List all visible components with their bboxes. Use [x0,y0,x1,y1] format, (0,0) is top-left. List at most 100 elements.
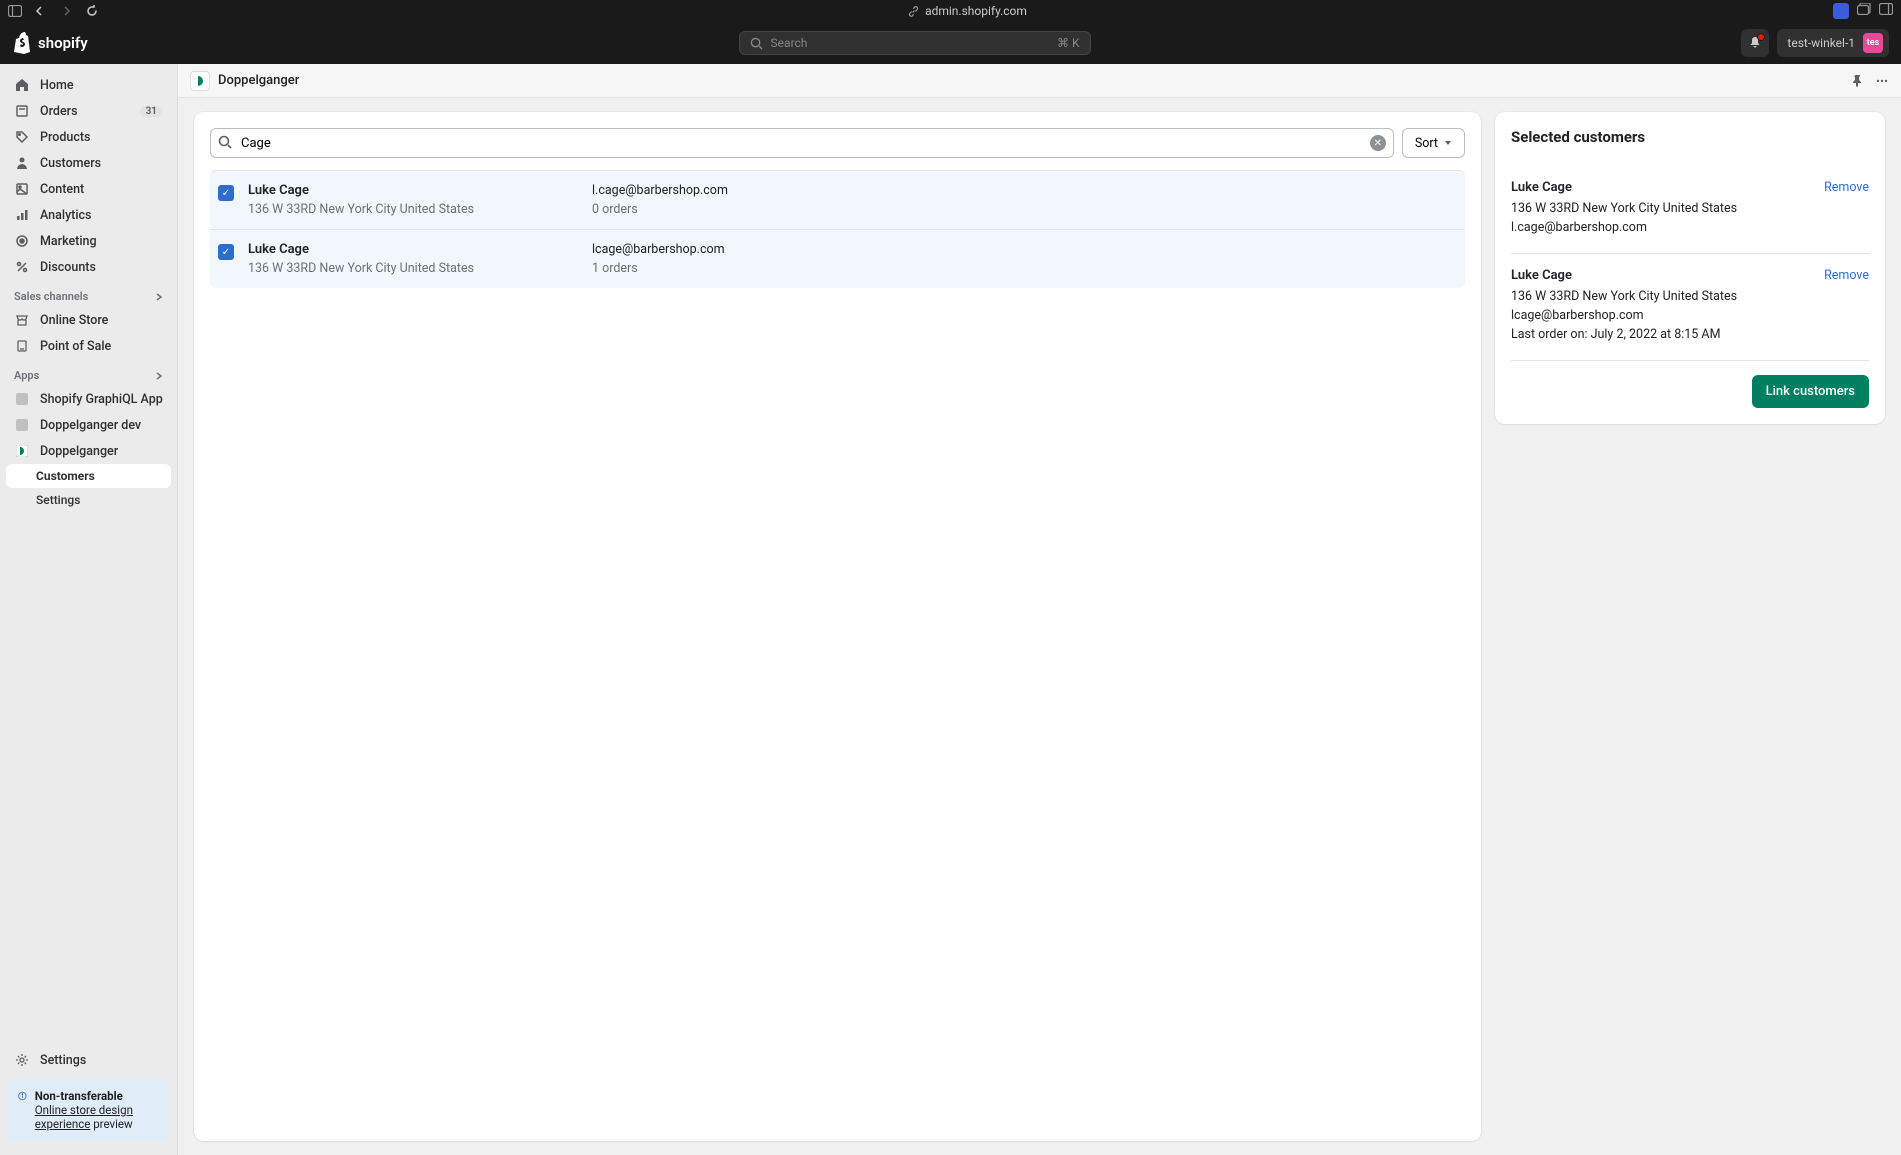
result-list: ✓ Luke Cage 136 W 33RD New York City Uni… [210,170,1465,288]
nav-app-doppelganger[interactable]: Doppelganger [6,438,171,464]
forward-icon[interactable] [60,5,76,17]
selected-email: l.cage@barbershop.com [1511,220,1869,235]
topbar: shopify Search ⌘ K test-winkel-1 tes [0,22,1901,64]
nav-orders[interactable]: Orders31 [6,98,171,124]
page-title: Doppelganger [218,73,299,88]
result-name: Luke Cage [248,242,578,257]
nav-label: Products [40,130,90,145]
browser-ext-icon[interactable] [1833,3,1849,19]
info-title: Non-transferable [35,1089,123,1103]
orders-badge: 31 [140,106,163,117]
sort-label: Sort [1415,136,1438,151]
pin-icon[interactable] [1851,74,1865,88]
nav-label: Content [40,182,84,197]
nav-app-customers[interactable]: Customers [6,464,171,488]
browser-url: admin.shopify.com [112,4,1823,18]
nav-label: Shopify GraphiQL App [40,392,163,407]
nav-app-settings[interactable]: Settings [6,488,171,512]
remove-link[interactable]: Remove [1824,268,1869,283]
shopify-logo[interactable]: shopify [12,32,88,54]
pos-icon [14,338,30,354]
app-icon [190,71,210,91]
global-search[interactable]: Search ⌘ K [739,31,1091,55]
notification-dot [1757,33,1765,41]
customer-search-input[interactable] [210,128,1394,158]
browser-chrome: admin.shopify.com [0,0,1901,22]
reload-icon[interactable] [86,5,102,17]
checkbox-checked[interactable]: ✓ [218,244,234,260]
search-shortcut: ⌘ K [1057,36,1080,50]
nav-label: Doppelganger dev [40,418,141,433]
selected-extra: Last order on: July 2, 2022 at 8:15 AM [1511,327,1869,342]
store-switcher[interactable]: test-winkel-1 tes [1777,29,1889,57]
nav-marketing[interactable]: Marketing [6,228,171,254]
result-row[interactable]: ✓ Luke Cage 136 W 33RD New York City Uni… [210,170,1465,229]
page-header: Doppelganger [178,64,1901,98]
customers-icon [14,155,30,171]
back-icon[interactable] [34,5,50,17]
sidebar: Home Orders31 Products Customers Content… [0,64,178,1155]
shopify-icon [12,32,32,54]
brand-text: shopify [38,34,88,52]
marketing-icon [14,233,30,249]
link-icon [908,6,919,17]
nav-label: Marketing [40,234,97,249]
link-customers-button[interactable]: Link customers [1752,375,1869,408]
browser-tabs-icon[interactable] [1857,3,1871,19]
url-text: admin.shopify.com [925,4,1027,18]
store-icon [14,312,30,328]
result-email: lcage@barbershop.com [592,242,1457,257]
nav-analytics[interactable]: Analytics [6,202,171,228]
nav-home[interactable]: Home [6,72,171,98]
result-email: l.cage@barbershop.com [592,183,1457,198]
result-orders: 1 orders [592,261,1457,276]
section-label: Sales channels [14,290,88,303]
sidebar-toggle-icon[interactable] [8,5,24,17]
selected-address: 136 W 33RD New York City United States [1511,201,1869,216]
apps-section[interactable]: Apps [6,359,171,386]
nav-online-store[interactable]: Online Store [6,307,171,333]
browser-split-icon[interactable] [1879,3,1893,19]
caret-down-icon [1444,139,1452,147]
nav-label: Customers [36,469,95,483]
sales-channels-section[interactable]: Sales channels [6,280,171,307]
nav-app-graphiql[interactable]: Shopify GraphiQL App [6,386,171,412]
clear-search-icon[interactable]: ✕ [1370,135,1386,151]
home-icon [14,77,30,93]
nav-content[interactable]: Content [6,176,171,202]
result-address: 136 W 33RD New York City United States [248,261,578,276]
analytics-icon [14,207,30,223]
chevron-right-icon [155,372,163,380]
result-row[interactable]: ✓ Luke Cage 136 W 33RD New York City Uni… [210,229,1465,288]
sort-button[interactable]: Sort [1402,128,1465,158]
app-icon [14,417,30,433]
discounts-icon [14,259,30,275]
checkbox-checked[interactable]: ✓ [218,185,234,201]
store-name: test-winkel-1 [1787,36,1855,50]
nav-products[interactable]: Products [6,124,171,150]
nav-pos[interactable]: Point of Sale [6,333,171,359]
selected-panel: Selected customers Luke Cage Remove 136 … [1495,112,1885,424]
nav-settings[interactable]: Settings [6,1047,171,1073]
result-name: Luke Cage [248,183,578,198]
selected-name: Luke Cage [1511,268,1572,283]
remove-link[interactable]: Remove [1824,180,1869,195]
notifications-button[interactable] [1741,29,1769,57]
main: Doppelganger ✕ Sort ✓ [178,64,1901,1155]
nav-label: Customers [40,156,101,171]
search-icon [750,37,763,50]
result-orders: 0 orders [592,202,1457,217]
chevron-right-icon [155,293,163,301]
info-suffix: preview [90,1117,132,1131]
selected-email: lcage@barbershop.com [1511,308,1869,323]
avatar: tes [1863,33,1883,53]
nav-label: Settings [36,493,80,507]
nav-app-doppelganger-dev[interactable]: Doppelganger dev [6,412,171,438]
nav-label: Home [40,78,74,93]
selected-name: Luke Cage [1511,180,1572,195]
section-label: Apps [14,369,39,382]
app-icon [14,443,30,459]
more-icon[interactable] [1875,74,1889,88]
nav-discounts[interactable]: Discounts [6,254,171,280]
nav-customers[interactable]: Customers [6,150,171,176]
